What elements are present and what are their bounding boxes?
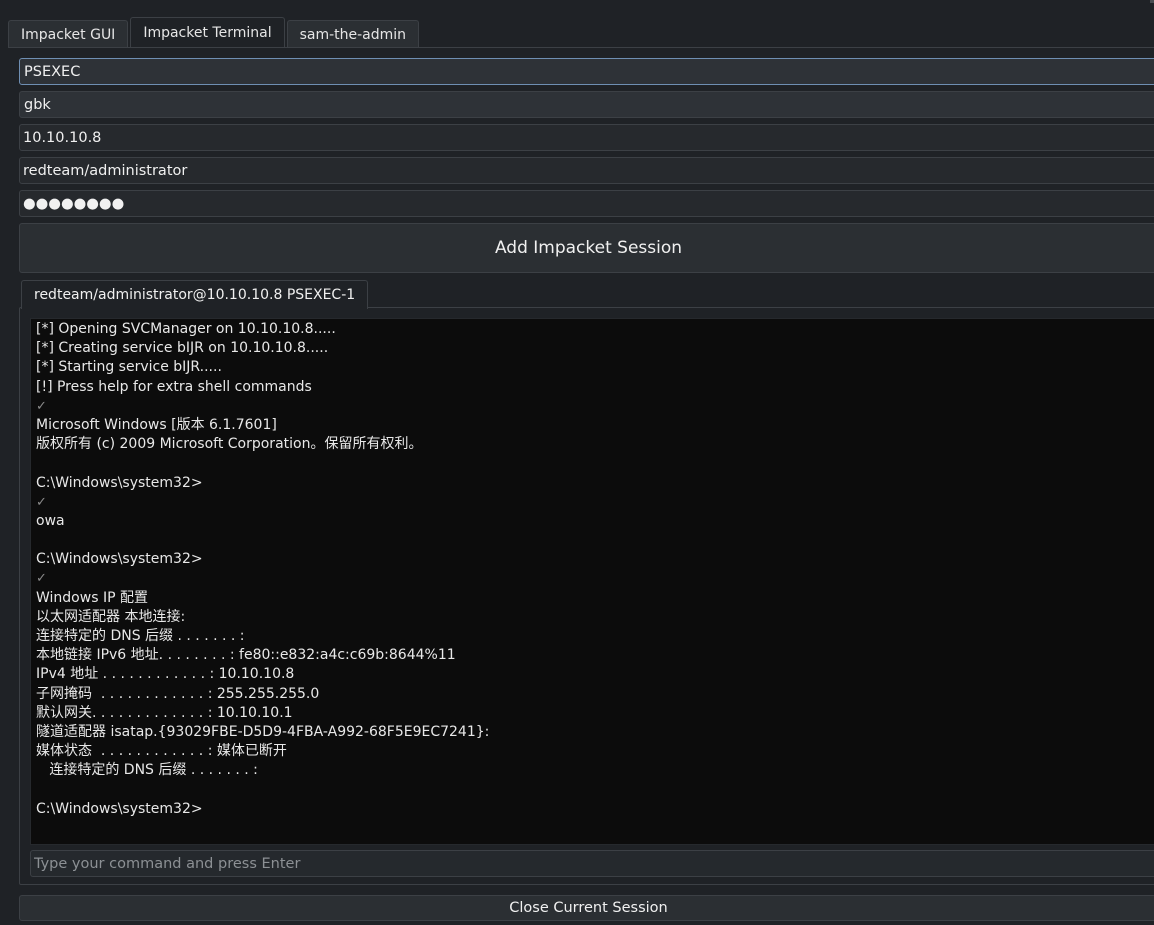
terminal-line: 本地链接 IPv6 地址. . . . . . . . : fe80::e832…: [36, 647, 456, 664]
terminal-line: C:\Windows\system32>: [36, 800, 203, 817]
terminal-line: C:\Windows\system32>: [36, 474, 203, 491]
top-tab-bar: Impacket GUI Impacket Terminal sam-the-a…: [8, 17, 420, 48]
terminal-line: Windows IP 配置: [36, 589, 148, 606]
codec-select[interactable]: gbk: [19, 91, 1154, 118]
terminal-line: 版权所有 (c) 2009 Microsoft Corporation。保留所有…: [36, 436, 423, 453]
check-mark-icon: ✓: [36, 494, 47, 510]
command-input[interactable]: [30, 850, 1154, 877]
username-field[interactable]: redteam/administrator: [19, 157, 1154, 184]
method-select[interactable]: PSEXEC: [19, 58, 1154, 85]
password-field[interactable]: ●●●●●●●●: [19, 190, 1154, 217]
tab-impacket-gui[interactable]: Impacket GUI: [8, 20, 129, 48]
tab-impacket-terminal[interactable]: Impacket Terminal: [130, 17, 285, 48]
terminal-line: 默认网关. . . . . . . . . . . . . : 10.10.10…: [36, 704, 293, 721]
terminal-line: 连接特定的 DNS 后缀 . . . . . . . :: [36, 762, 258, 779]
terminal-line: [*] Opening SVCManager on 10.10.10.8....…: [36, 321, 336, 337]
check-mark-icon: ✓: [36, 398, 47, 414]
terminal-line: 隧道适配器 isatap.{93029FBE-D5D9-4FBA-A992-68…: [36, 723, 490, 740]
terminal-line: 以太网适配器 本地连接:: [36, 608, 186, 625]
terminal-line: 子网掩码 . . . . . . . . . . . . : 255.255.2…: [36, 685, 320, 702]
terminal-line: [*] Creating service bIJR on 10.10.10.8.…: [36, 340, 329, 357]
terminal-line: IPv4 地址 . . . . . . . . . . . . : 10.10.…: [36, 666, 295, 683]
target-ip-field[interactable]: 10.10.10.8: [19, 124, 1154, 151]
add-session-button[interactable]: Add Impacket Session: [19, 223, 1154, 273]
tab-bar-divider: [8, 47, 1154, 48]
terminal-line: owa: [36, 512, 65, 529]
terminal-line: [!] Press help for extra shell commands: [36, 378, 312, 395]
terminal-line: [*] Starting service bIJR.....: [36, 359, 222, 376]
tab-sam-the-admin[interactable]: sam-the-admin: [286, 20, 420, 48]
close-session-button[interactable]: Close Current Session: [19, 895, 1154, 921]
terminal-line: C:\Windows\system32>: [36, 551, 203, 568]
window-corner-marker: [1150, 0, 1154, 3]
session-tab[interactable]: redteam/administrator@10.10.10.8 PSEXEC-…: [21, 280, 369, 309]
terminal-output[interactable]: [*] Opening SVCManager on 10.10.10.8....…: [30, 318, 1154, 845]
terminal-line: Microsoft Windows [版本 6.1.7601]: [36, 416, 277, 433]
check-mark-icon: ✓: [36, 571, 47, 587]
terminal-line: 媒体状态 . . . . . . . . . . . . : 媒体已断开: [36, 743, 287, 760]
terminal-line: 连接特定的 DNS 后缀 . . . . . . . :: [36, 628, 245, 644]
